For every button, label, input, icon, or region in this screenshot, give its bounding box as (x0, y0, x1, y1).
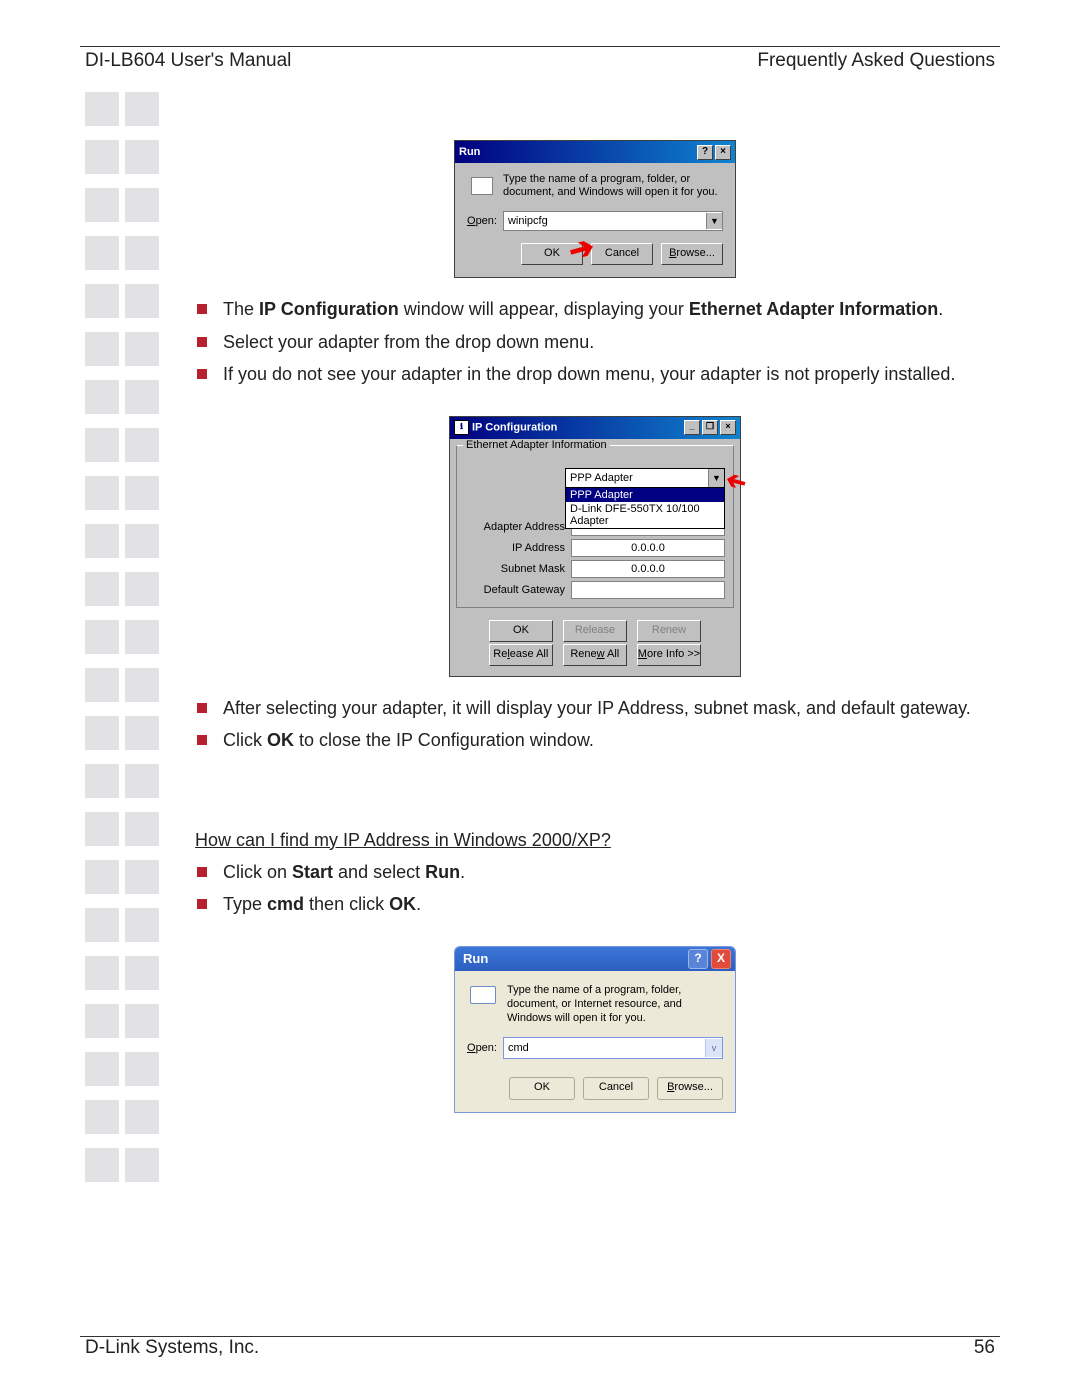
ok-button[interactable]: OK (509, 1077, 575, 1100)
faq-question-heading: How can I find my IP Address in Windows … (195, 830, 995, 851)
win98-titlebar: Run ? × (455, 141, 735, 163)
label-adapter-address: Adapter Address (465, 521, 571, 533)
browse-button[interactable]: Browse... (661, 243, 723, 265)
chevron-down-icon[interactable]: ▼ (708, 469, 724, 487)
bullet-item: Type cmd then click OK. (195, 893, 995, 916)
release-all-button[interactable]: Release All (489, 644, 553, 666)
open-combobox[interactable]: cmd v (503, 1037, 723, 1059)
bullet-item: The IP Configuration window will appear,… (195, 298, 995, 321)
runxp-message: Type the name of a program, folder, docu… (507, 983, 723, 1026)
run-icon (467, 173, 495, 201)
help-icon[interactable]: ? (688, 949, 708, 969)
open-value: winipcfg (504, 215, 706, 227)
header-rule (80, 46, 1000, 47)
run-dialog-win98: Run ? × Type the name of a program, fold… (454, 140, 736, 278)
cancel-button[interactable]: Cancel (583, 1077, 649, 1100)
restore-icon[interactable]: ❐ (702, 420, 718, 435)
close-icon[interactable]: X (711, 949, 731, 969)
release-button[interactable]: Release (563, 620, 627, 642)
win98-title: Run (459, 146, 480, 158)
header-left: DI-LB604 User's Manual (85, 50, 291, 72)
value-default-gateway (571, 581, 725, 599)
renew-all-button[interactable]: Renew All (563, 644, 627, 666)
bullet-item: If you do not see your adapter in the dr… (195, 363, 995, 386)
bullet-item: Click OK to close the IP Configuration w… (195, 729, 995, 752)
run-icon (467, 983, 497, 1007)
close-icon[interactable]: × (715, 145, 731, 160)
renew-button[interactable]: Renew (637, 620, 701, 642)
bullet-list-1: The IP Configuration window will appear,… (195, 298, 995, 386)
bullet-item: After selecting your adapter, it will di… (195, 697, 995, 720)
value-ip-address: 0.0.0.0 (571, 539, 725, 557)
open-label: Open: (467, 1042, 497, 1054)
bullet-item: Select your adapter from the drop down m… (195, 331, 995, 354)
app-icon: ℹ (454, 420, 469, 435)
run-dialog-winxp: Run ? X Type the name of a program, fold… (454, 946, 736, 1114)
page-number: 56 (974, 1337, 995, 1359)
dropdown-option[interactable]: PPP Adapter (566, 488, 724, 502)
group-legend: Ethernet Adapter Information (463, 439, 610, 451)
winxp-title: Run (463, 951, 488, 966)
cancel-button[interactable]: Cancel (591, 243, 653, 265)
help-icon[interactable]: ? (697, 145, 713, 160)
ipconfig-dialog: ℹIP Configuration _ ❐ × Ethernet Adapter… (449, 416, 741, 677)
ok-button[interactable]: OK (521, 243, 583, 265)
minimize-icon[interactable]: _ (684, 420, 700, 435)
side-decoration: // placeholder so deco rows render befor… (85, 92, 165, 1196)
chevron-down-icon[interactable]: v (705, 1039, 722, 1057)
label-default-gateway: Default Gateway (465, 584, 571, 596)
ok-button[interactable]: OK (489, 620, 553, 642)
close-icon[interactable]: × (720, 420, 736, 435)
bullet-list-2: After selecting your adapter, it will di… (195, 697, 995, 752)
footer-left: D-Link Systems, Inc. (85, 1337, 259, 1359)
ipcfg-title: IP Configuration (472, 421, 557, 433)
chevron-down-icon[interactable]: ▼ (706, 213, 722, 229)
adapter-info-group: Ethernet Adapter Information PPP Adapter… (456, 445, 734, 608)
bullet-list-3: Click on Start and select Run. Type cmd … (195, 861, 995, 916)
adapter-select[interactable]: PPP Adapter ▼ (565, 468, 725, 488)
bullet-item: Click on Start and select Run. (195, 861, 995, 884)
header-right: Frequently Asked Questions (757, 50, 995, 72)
open-value: cmd (504, 1042, 705, 1054)
run98-message: Type the name of a program, folder, or d… (503, 173, 723, 201)
winxp-titlebar: Run ? X (455, 947, 735, 971)
dropdown-option[interactable]: D-Link DFE-550TX 10/100 Adapter (566, 502, 724, 528)
more-info-button[interactable]: More Info >> (637, 644, 701, 666)
value-subnet-mask: 0.0.0.0 (571, 560, 725, 578)
open-combobox[interactable]: winipcfg ▼ (503, 211, 723, 231)
ipcfg-titlebar: ℹIP Configuration _ ❐ × (450, 417, 740, 439)
label-ip-address: IP Address (465, 542, 571, 554)
content-column: Run ? × Type the name of a program, fold… (195, 90, 995, 1113)
label-subnet-mask: Subnet Mask (465, 563, 571, 575)
adapter-dropdown[interactable]: PPP Adapter D-Link DFE-550TX 10/100 Adap… (565, 487, 725, 529)
browse-button[interactable]: Browse... (657, 1077, 723, 1100)
open-label: Open: (467, 215, 497, 227)
manual-page: DI-LB604 User's Manual Frequently Asked … (0, 0, 1080, 1397)
